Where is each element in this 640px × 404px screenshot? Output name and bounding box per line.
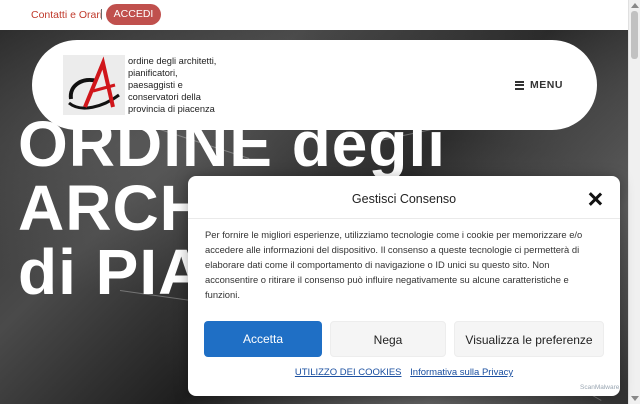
page-scrollbar[interactable] bbox=[628, 0, 640, 404]
menu-button[interactable]: MENU bbox=[515, 79, 563, 91]
topbar-separator: | bbox=[100, 8, 103, 20]
menu-label: MENU bbox=[530, 79, 563, 91]
accept-button[interactable]: Accetta bbox=[204, 321, 322, 357]
consent-title: Gestisci Consenso bbox=[351, 192, 457, 206]
top-bar: Contatti e Orari | ACCEDI bbox=[0, 0, 628, 30]
consent-dialog: Gestisci Consenso Per fornire le miglior… bbox=[188, 176, 620, 396]
consent-divider bbox=[188, 218, 620, 219]
close-icon[interactable] bbox=[588, 192, 602, 206]
org-name-line: provincia di piacenza bbox=[128, 104, 215, 114]
org-name-line: conservatori della bbox=[128, 92, 201, 102]
org-name-line: ordine degli architetti, bbox=[128, 56, 217, 66]
deny-button[interactable]: Nega bbox=[330, 321, 446, 357]
login-button[interactable]: ACCEDI bbox=[106, 4, 161, 25]
org-name-line: paesaggisti e bbox=[128, 80, 183, 90]
privacy-policy-link[interactable]: Informativa sulla Privacy bbox=[410, 367, 513, 378]
scroll-up-icon[interactable] bbox=[631, 3, 639, 8]
hamburger-icon bbox=[515, 79, 524, 91]
consent-links: UTILIZZO DEI COOKIES Informativa sulla P… bbox=[188, 367, 620, 378]
org-name: ordine degli architetti, pianificatori, … bbox=[128, 55, 238, 115]
org-name-line: pianificatori, bbox=[128, 68, 178, 78]
scanmalware-badge: ScanMalware bbox=[580, 384, 620, 391]
scroll-thumb[interactable] bbox=[631, 11, 638, 59]
scroll-down-icon[interactable] bbox=[631, 396, 639, 401]
contacts-link[interactable]: Contatti e Orari bbox=[31, 9, 102, 21]
cookies-policy-link[interactable]: UTILIZZO DEI COOKIES bbox=[295, 367, 402, 378]
view-preferences-button[interactable]: Visualizza le preferenze bbox=[454, 321, 604, 357]
org-logo[interactable] bbox=[63, 55, 125, 115]
consent-body: Per fornire le migliori esperienze, util… bbox=[205, 229, 583, 300]
